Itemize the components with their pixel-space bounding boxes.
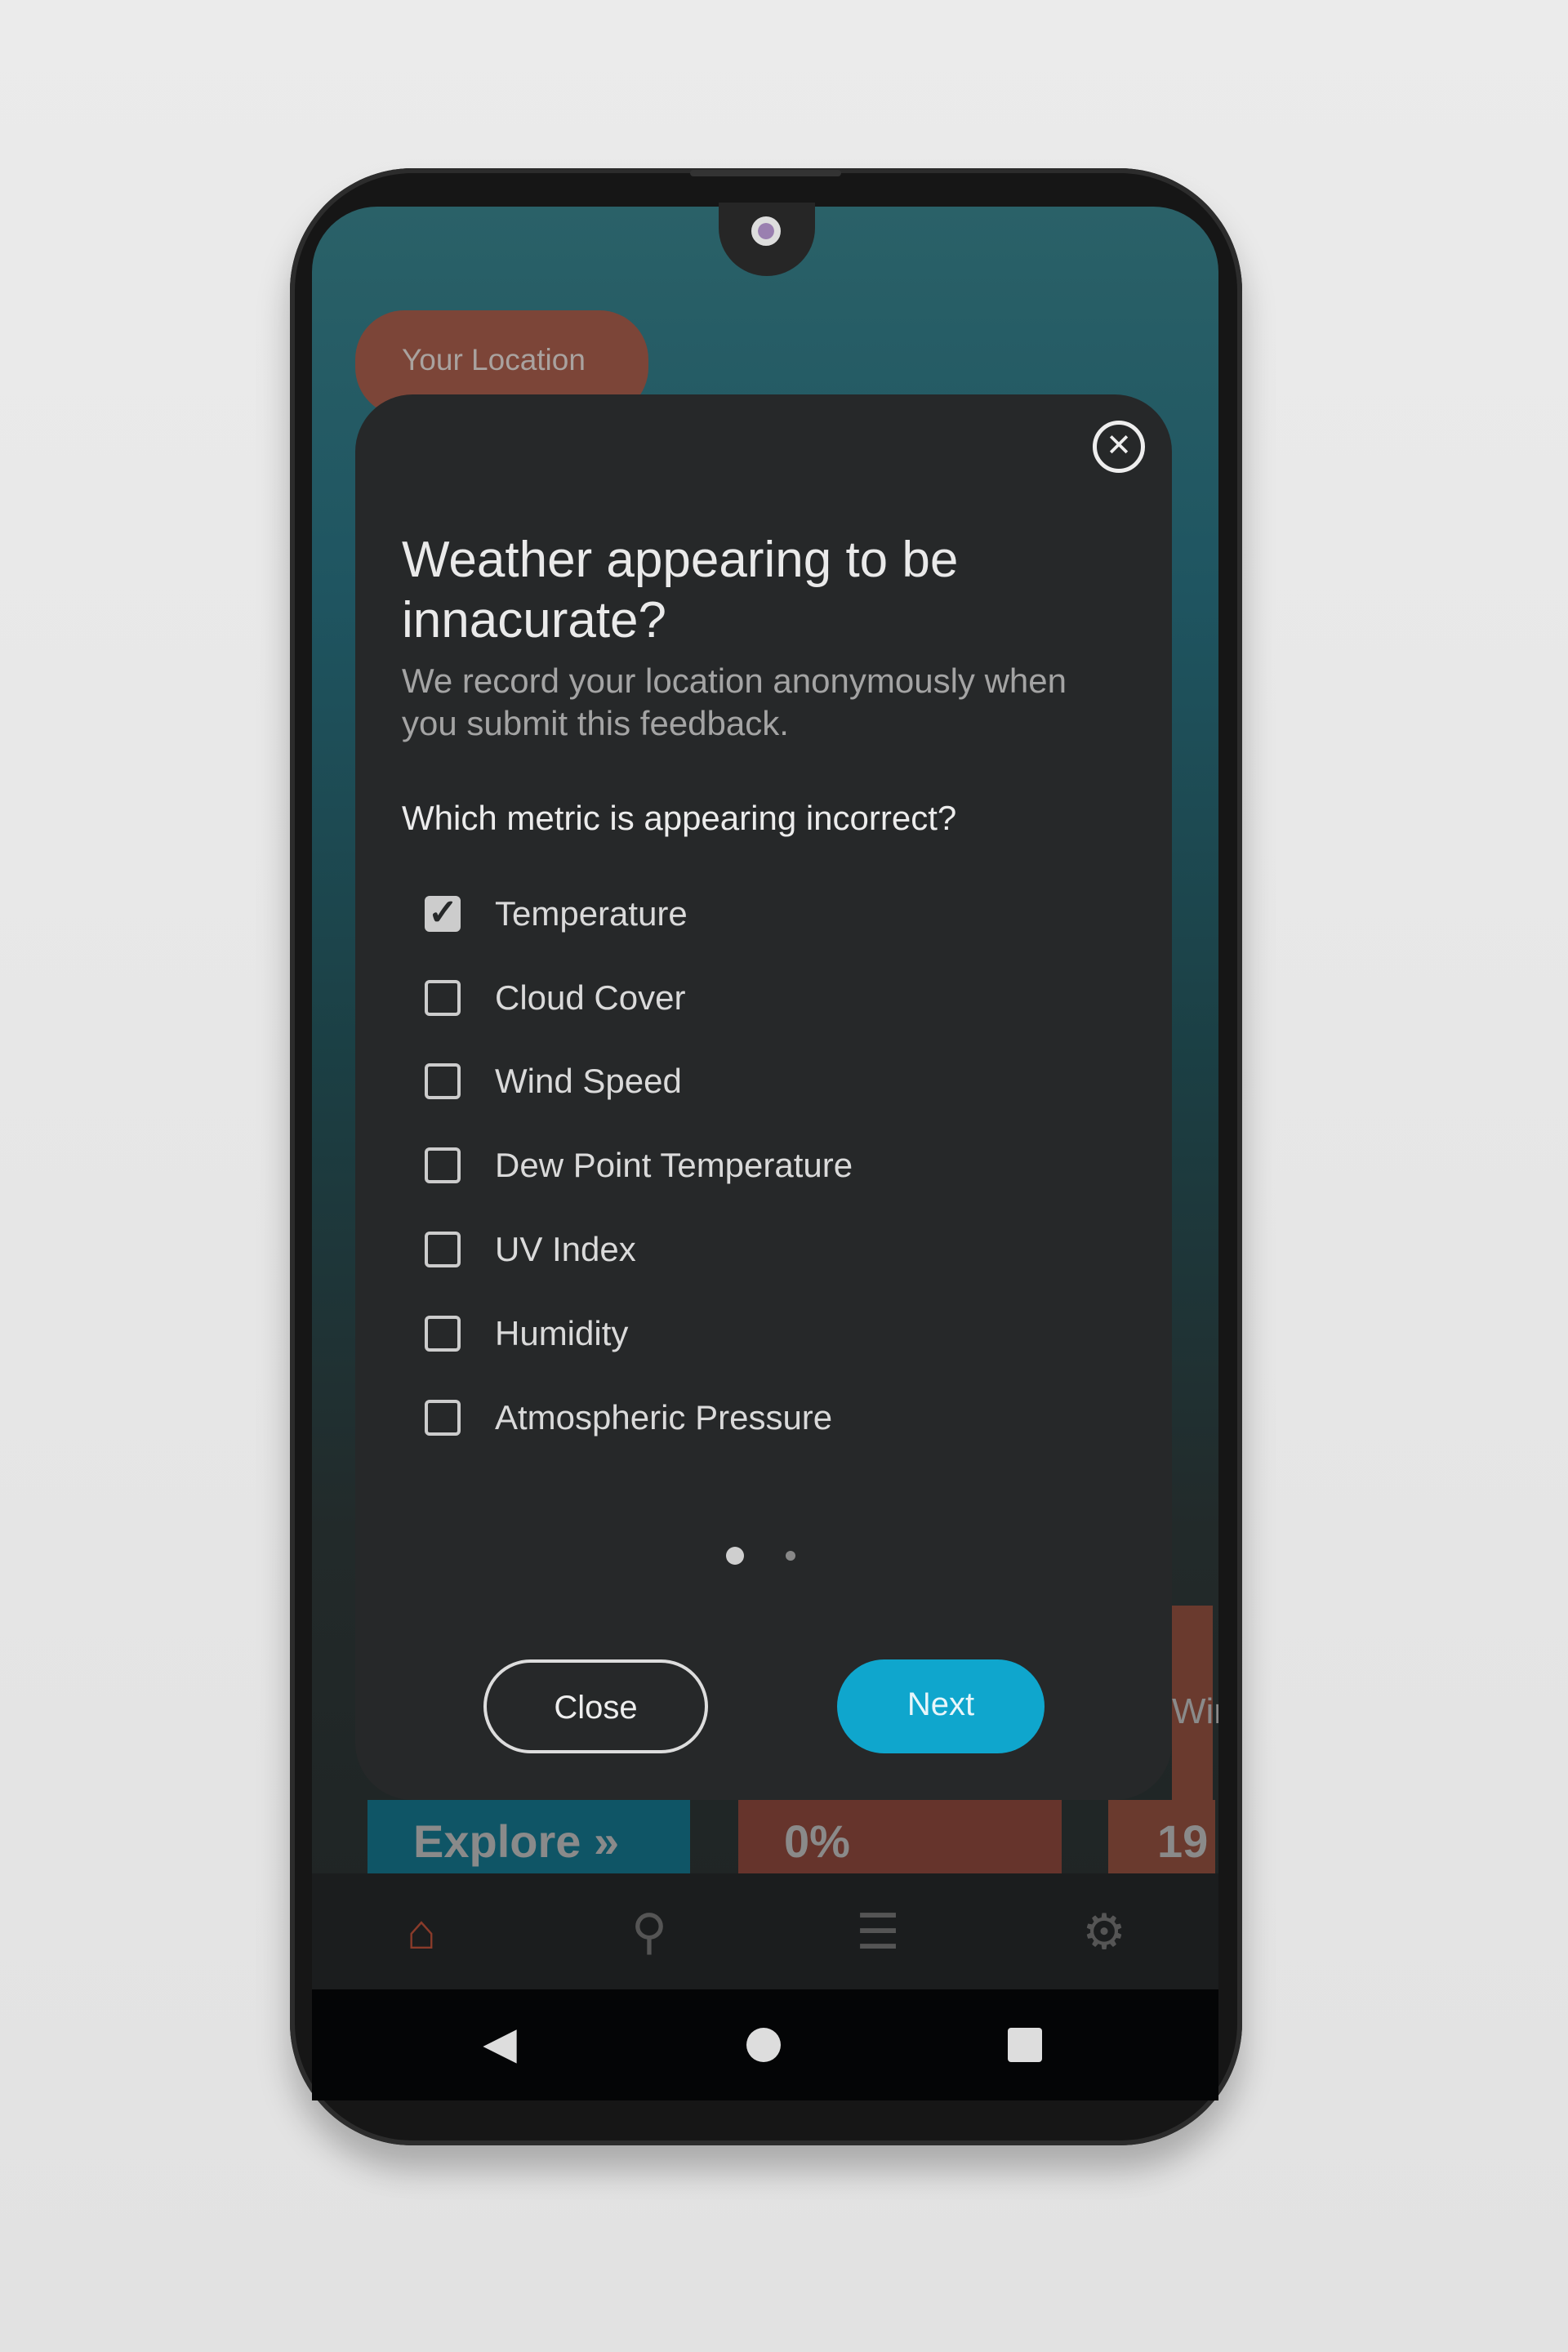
close-icon[interactable]: ✕ [1093,421,1145,473]
option-wind-speed[interactable]: Wind Speed [425,1057,682,1106]
option-temperature[interactable]: ✓ Temperature [425,889,688,938]
dialog-subtitle: We record your location anonymously when… [402,662,1067,742]
option-label: Humidity [495,1314,629,1352]
location-chip-label: Your Location [402,343,586,376]
search-icon[interactable]: ⚲ [620,1903,679,1962]
wind-card[interactable]: 19 [1108,1800,1215,1873]
close-button[interactable]: Close [483,1659,708,1753]
card-label: 19 [1157,1815,1209,1867]
checkbox-icon[interactable] [425,1316,461,1352]
next-button[interactable]: Next [837,1659,1045,1753]
dialog-question: Which metric is appearing incorrect? [402,799,957,837]
list-icon[interactable]: ☰ [849,1903,907,1962]
option-label: Atmospheric Pressure [495,1398,833,1437]
front-camera [751,216,781,246]
card-label: Explore » [413,1815,620,1867]
side-card-text: Win [1172,1691,1218,1731]
home-circle-icon[interactable] [746,2028,781,2062]
explore-card[interactable]: Explore » [368,1800,690,1873]
checkbox-icon[interactable] [425,1063,461,1099]
side-card: Win [1172,1606,1218,1802]
page-dot-active [726,1547,744,1565]
home-icon[interactable]: ⌂ [392,1903,451,1962]
option-label: Temperature [495,894,688,933]
precip-card[interactable]: 0% [738,1800,1062,1873]
option-uv-index[interactable]: UV Index [425,1225,636,1274]
option-dew-point[interactable]: Dew Point Temperature [425,1141,853,1190]
option-label: Dew Point Temperature [495,1146,853,1184]
option-humidity[interactable]: Humidity [425,1309,628,1358]
dialog-title-line1: Weather appearing to be [402,532,959,588]
checkbox-icon[interactable] [425,980,461,1016]
checkbox-icon[interactable] [425,1232,461,1267]
speaker-grille [690,170,841,176]
option-label: Wind Speed [495,1062,682,1100]
checkbox-checked-icon[interactable]: ✓ [425,895,461,932]
recents-icon[interactable] [1008,2028,1042,2062]
gear-icon[interactable]: ⚙ [1075,1903,1134,1962]
card-label: 0% [784,1815,850,1867]
checkbox-icon[interactable] [425,1400,461,1436]
page-dot [786,1551,795,1561]
option-cloud-cover[interactable]: Cloud Cover [425,973,685,1022]
option-label: UV Index [495,1230,636,1268]
option-atmospheric-pressure[interactable]: Atmospheric Pressure [425,1393,832,1442]
back-icon[interactable]: ◀ [471,2017,528,2069]
dialog-title-line2: innacurate? [402,592,667,648]
checkbox-icon[interactable] [425,1147,461,1183]
option-label: Cloud Cover [495,978,686,1017]
